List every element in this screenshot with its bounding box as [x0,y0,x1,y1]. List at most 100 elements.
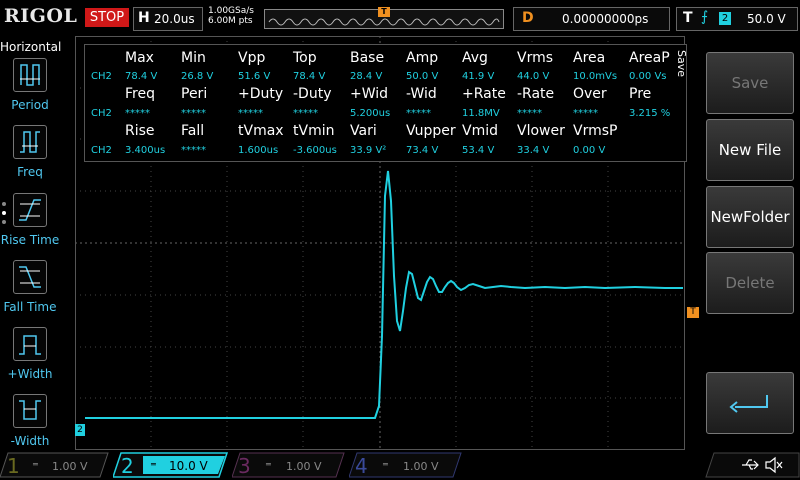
new-file-button[interactable]: New File [706,119,794,181]
menu-tab-spacer [686,105,692,405]
measurement-value: 33.9 V² [350,145,387,156]
fall-time-label: Fall Time [3,300,57,314]
measurement-header: Top [293,50,317,66]
measurement-header: Base [350,50,385,66]
ch3-number: 3 [238,454,251,478]
measurement-value: 3.400us [125,145,166,156]
measurement-value: 1.600us [238,145,279,156]
ch3-scale: 1.00 V [286,460,322,473]
measurement-header: VrmsP [573,123,618,139]
delay-box[interactable]: D 0.00000000ps [513,7,670,31]
negative-width-label: -Width [10,434,50,448]
measurement-header: Vupper [406,123,456,139]
ch1-scale: 1.00 V [52,460,88,473]
trigger-label: T [683,10,693,26]
ch2-tab[interactable]: 2 ═ 10.0 V [113,452,229,478]
run-stop-indicator[interactable]: STOP [85,8,129,27]
ch1-number: 1 [7,454,20,478]
measurement-header: Rise [125,123,155,139]
measurement-value: ***** [293,108,318,119]
save-button[interactable]: Save [706,52,794,114]
save-menu-tab[interactable]: Save [675,44,706,100]
ch1-tab[interactable]: 1 ═ 1.00 V [0,452,110,478]
trigger-source: 2 [719,12,731,25]
measurement-header: Area [573,50,606,66]
measurement-header: Freq [125,86,155,102]
page-dot-active [2,211,6,215]
measurement-value: 3.215 % [629,108,671,119]
measurement-header: Max [125,50,154,66]
timebase-label: H [138,10,150,26]
return-arrow-icon [729,395,768,413]
trigger-position-marker: T [378,7,390,17]
new-folder-button[interactable]: NewFolder [706,186,794,248]
measurement-value: ***** [125,108,150,119]
measurement-channel-label: CH2 [91,71,112,82]
page-dot [2,220,6,224]
measurement-value: 50.0 V [406,71,439,82]
speaker-mute-icon[interactable] [764,456,784,474]
page-dot [2,202,6,206]
measurement-value: 41.9 V [462,71,495,82]
delay-value: 0.00000000ps [562,12,649,26]
rising-edge-icon: ⨍ [701,9,709,25]
negative-width-icon [13,394,47,428]
return-button[interactable] [706,372,794,434]
measurement-header: Vmid [462,123,498,139]
ch4-scale: 1.00 V [403,460,439,473]
measurement-header: -Wid [406,86,437,102]
measurement-header: Vlower [517,123,565,139]
ch4-coupling-icon: ═ [383,460,388,469]
ch1-coupling-icon: ═ [33,460,38,469]
measurement-header: Pre [629,86,652,102]
measurement-header: Amp [406,50,439,66]
measurement-value: 0.00 V [573,145,606,156]
measurement-value: ***** [238,108,263,119]
memory-waveform-strip: T [264,7,504,29]
timebase-box[interactable]: H 20.0us [133,7,203,31]
measurement-header: Fall [181,123,205,139]
acquisition-info: 1.00GSa/s 6.00M pts [208,6,254,26]
ch3-tab[interactable]: 3 ═ 1.00 V [232,452,346,478]
rise-time-icon [13,193,47,227]
measurement-value: 5.200us [350,108,391,119]
period-label: Period [11,98,49,112]
measurement-header: +Duty [238,86,284,102]
ch4-tab[interactable]: 4 ═ 1.00 V [349,452,463,478]
measurement-value: 0.00 Vs [629,71,667,82]
measurement-value: 26.8 V [181,71,214,82]
measurement-value: 78.4 V [125,71,158,82]
measurement-value: -3.600us [293,145,337,156]
measurement-value: ***** [181,108,206,119]
measurement-value: 78.4 V [293,71,326,82]
measurement-header: Vrms [517,50,554,66]
save-tab-label: Save [675,50,688,78]
positive-width-icon [13,327,47,361]
measurement-value: ***** [406,108,431,119]
measurement-value: 28.4 V [350,71,383,82]
measurement-header: Avg [462,50,488,66]
measurement-header: AreaP [629,50,670,66]
ch3-coupling-icon: ═ [266,460,271,469]
brand-logo: RIGOL [4,5,78,27]
trigger-box[interactable]: T ⨍ 2 50.0 V [676,7,798,31]
measurement-header: -Rate [517,86,555,102]
sample-rate: 1.00GSa/s [208,6,254,16]
measurement-header: +Wid [350,86,389,102]
ch2-ground-marker[interactable]: 2 [75,424,85,436]
measurement-value: 44.0 V [517,71,550,82]
measurement-header: Over [573,86,607,102]
measurement-value: 10.0mVs [573,71,618,82]
measurement-header: Peri [181,86,208,102]
measurement-header: tVmax [238,123,284,139]
measurement-value: 33.4 V [517,145,550,156]
positive-width-label: +Width [7,367,53,381]
measurement-header: Vari [350,123,377,139]
ch2-number: 2 [121,454,134,478]
ch2-scale: 10.0 V [169,459,208,473]
timebase-value: 20.0us [154,12,195,26]
measurement-header: +Rate [462,86,506,102]
delete-button[interactable]: Delete [706,252,794,314]
memory-depth: 6.00M pts [208,16,253,26]
ch2-coupling-icon: ═ [151,460,156,469]
